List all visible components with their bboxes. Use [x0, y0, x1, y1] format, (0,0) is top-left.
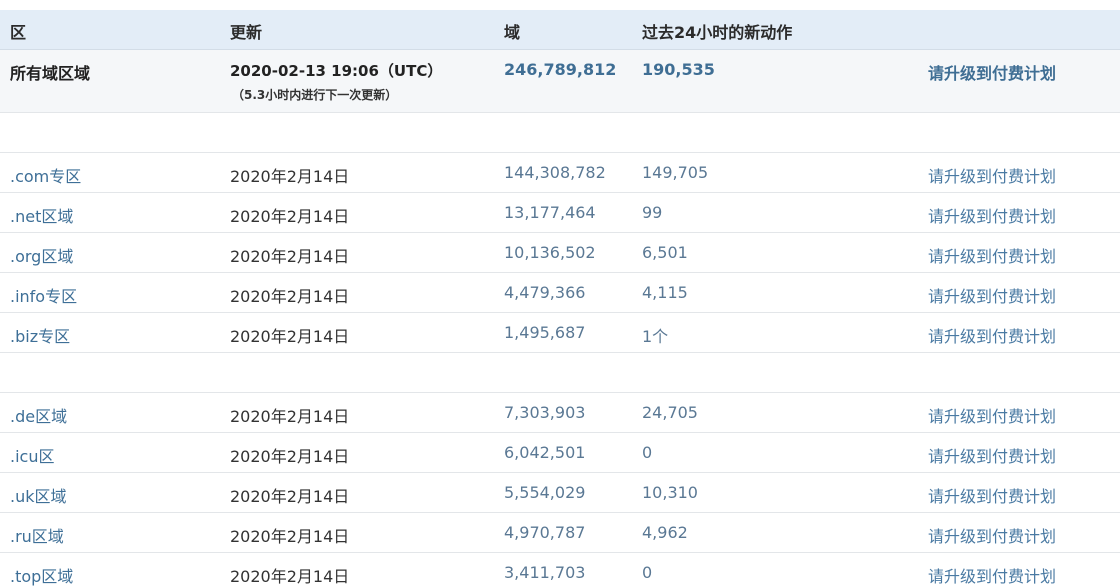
zone-link[interactable]: .icu区: [10, 443, 54, 467]
domains-count[interactable]: 5,554,029: [504, 483, 585, 502]
table-row: .net区域 2020年2月14日 13,177,464 99 请升级到付费计划: [0, 193, 1120, 233]
zone-link[interactable]: .net区域: [10, 203, 73, 227]
zones-table: 区 更新 域 过去24小时的新动作 所有域区域 2020-02-13 19:06…: [0, 0, 1120, 587]
upgrade-link[interactable]: 请升级到付费计划: [928, 483, 1056, 507]
table-row: .com专区 2020年2月14日 144,308,782 149,705 请升…: [0, 153, 1120, 193]
summary-domains[interactable]: 246,789,812: [504, 60, 616, 79]
table-header: 区 更新 域 过去24小时的新动作: [0, 10, 1120, 50]
updated-date: 2020年2月14日: [230, 567, 350, 586]
new-24h-count[interactable]: 10,310: [642, 483, 698, 502]
upgrade-link[interactable]: 请升级到付费计划: [928, 243, 1056, 267]
zone-link[interactable]: .de区域: [10, 403, 67, 427]
summary-new-24h[interactable]: 190,535: [642, 60, 715, 79]
zone-link[interactable]: .uk区域: [10, 483, 67, 507]
upgrade-link[interactable]: 请升级到付费计划: [928, 323, 1056, 347]
table-row: .top区域 2020年2月14日 3,411,703 0 请升级到付费计划: [0, 553, 1120, 587]
upgrade-link[interactable]: 请升级到付费计划: [928, 163, 1056, 187]
zone-link[interactable]: .org区域: [10, 243, 73, 267]
summary-upgrade-link[interactable]: 请升级到付费计划: [928, 60, 1056, 84]
table-row: .ru区域 2020年2月14日 4,970,787 4,962 请升级到付费计…: [0, 513, 1120, 553]
zone-link[interactable]: .ru区域: [10, 523, 64, 547]
domains-count[interactable]: 13,177,464: [504, 203, 596, 222]
new-24h-count[interactable]: 4,962: [642, 523, 688, 542]
updated-date: 2020年2月14日: [230, 207, 350, 226]
upgrade-link[interactable]: 请升级到付费计划: [928, 203, 1056, 227]
summary-row: 所有域区域 2020-02-13 19:06（UTC） （5.3小时内进行下一次…: [0, 50, 1120, 113]
updated-date: 2020年2月14日: [230, 407, 350, 426]
upgrade-link[interactable]: 请升级到付费计划: [928, 403, 1056, 427]
upgrade-link[interactable]: 请升级到付费计划: [928, 283, 1056, 307]
new-24h-count[interactable]: 0: [642, 563, 652, 582]
header-zone: 区: [10, 23, 27, 42]
header-updated: 更新: [230, 23, 263, 42]
table-row: .biz专区 2020年2月14日 1,495,687 1个 请升级到付费计划: [0, 313, 1120, 353]
domains-count[interactable]: 10,136,502: [504, 243, 596, 262]
table-row: .info专区 2020年2月14日 4,479,366 4,115 请升级到付…: [0, 273, 1120, 313]
updated-date: 2020年2月14日: [230, 447, 350, 466]
domains-count[interactable]: 144,308,782: [504, 163, 606, 182]
updated-date: 2020年2月14日: [230, 247, 350, 266]
upgrade-link[interactable]: 请升级到付费计划: [928, 563, 1056, 587]
table-row: .uk区域 2020年2月14日 5,554,029 10,310 请升级到付费…: [0, 473, 1120, 513]
new-24h-count[interactable]: 1个: [642, 323, 668, 347]
domains-count[interactable]: 7,303,903: [504, 403, 585, 422]
upgrade-link[interactable]: 请升级到付费计划: [928, 523, 1056, 547]
summary-next-update: （5.3小时内进行下一次更新）: [232, 88, 398, 102]
updated-date: 2020年2月14日: [230, 527, 350, 546]
zone-link[interactable]: .biz专区: [10, 323, 70, 347]
updated-date: 2020年2月14日: [230, 287, 350, 306]
table-row: .org区域 2020年2月14日 10,136,502 6,501 请升级到付…: [0, 233, 1120, 273]
zone-link[interactable]: .info专区: [10, 283, 77, 307]
updated-date: 2020年2月14日: [230, 167, 350, 186]
spacer-row: [0, 353, 1120, 393]
domains-count[interactable]: 3,411,703: [504, 563, 585, 582]
zone-link[interactable]: .top区域: [10, 563, 73, 587]
domains-count[interactable]: 4,479,366: [504, 283, 585, 302]
summary-zone: 所有域区域: [10, 64, 91, 83]
summary-updated: 2020-02-13 19:06（UTC）: [230, 62, 443, 80]
table-row: .de区域 2020年2月14日 7,303,903 24,705 请升级到付费…: [0, 393, 1120, 433]
table-row: .icu区 2020年2月14日 6,042,501 0 请升级到付费计划: [0, 433, 1120, 473]
domains-count[interactable]: 4,970,787: [504, 523, 585, 542]
spacer-row: [0, 113, 1120, 153]
new-24h-count[interactable]: 24,705: [642, 403, 698, 422]
new-24h-count[interactable]: 149,705: [642, 163, 708, 182]
updated-date: 2020年2月14日: [230, 327, 350, 346]
new-24h-count[interactable]: 6,501: [642, 243, 688, 262]
new-24h-count[interactable]: 4,115: [642, 283, 688, 302]
header-domains: 域: [504, 23, 521, 42]
new-24h-count[interactable]: 0: [642, 443, 652, 462]
domains-count[interactable]: 1,495,687: [504, 323, 585, 342]
domains-count[interactable]: 6,042,501: [504, 443, 585, 462]
zone-link[interactable]: .com专区: [10, 163, 81, 187]
new-24h-count[interactable]: 99: [642, 203, 662, 222]
upgrade-link[interactable]: 请升级到付费计划: [928, 443, 1056, 467]
header-new-24h: 过去24小时的新动作: [642, 23, 793, 42]
updated-date: 2020年2月14日: [230, 487, 350, 506]
